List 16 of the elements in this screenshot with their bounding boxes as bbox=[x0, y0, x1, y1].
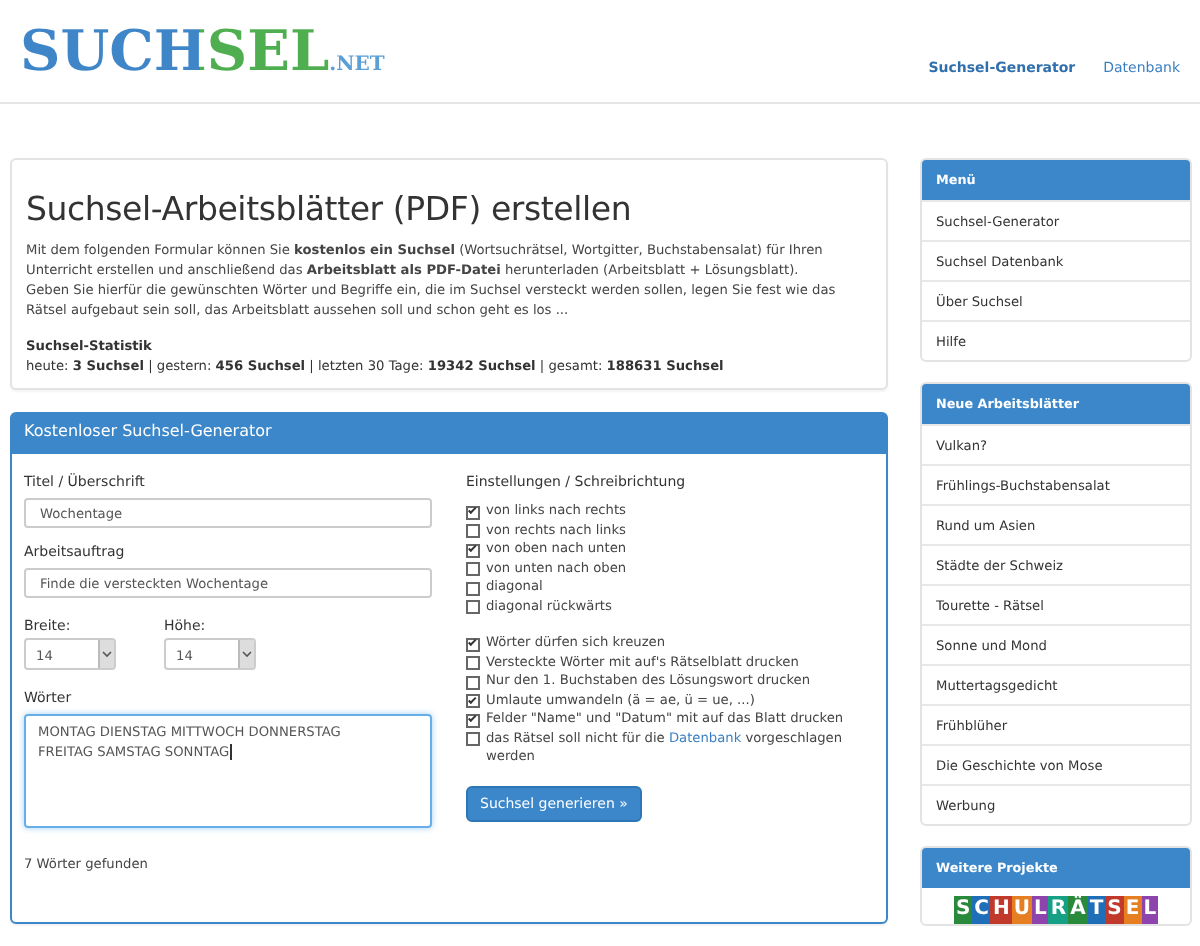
checkbox[interactable] bbox=[466, 637, 480, 651]
checkbox[interactable] bbox=[466, 656, 480, 670]
checkbox[interactable] bbox=[466, 562, 480, 576]
checkbox[interactable] bbox=[466, 600, 480, 614]
checkbox[interactable] bbox=[466, 713, 480, 727]
caret-icon bbox=[238, 640, 254, 668]
page-title: Suchsel-Arbeitsblätter (PDF) erstellen bbox=[26, 190, 634, 228]
checkbox[interactable] bbox=[466, 543, 480, 557]
checkbox[interactable] bbox=[466, 732, 480, 746]
caret-icon bbox=[98, 640, 114, 668]
checkbox[interactable] bbox=[466, 505, 480, 519]
checkbox[interactable] bbox=[466, 581, 480, 595]
checkbox[interactable] bbox=[466, 675, 480, 689]
checkbox[interactable] bbox=[466, 524, 480, 538]
checkbox[interactable] bbox=[466, 694, 480, 708]
panel-header: Kostenloser Suchsel-Generator bbox=[12, 414, 886, 454]
